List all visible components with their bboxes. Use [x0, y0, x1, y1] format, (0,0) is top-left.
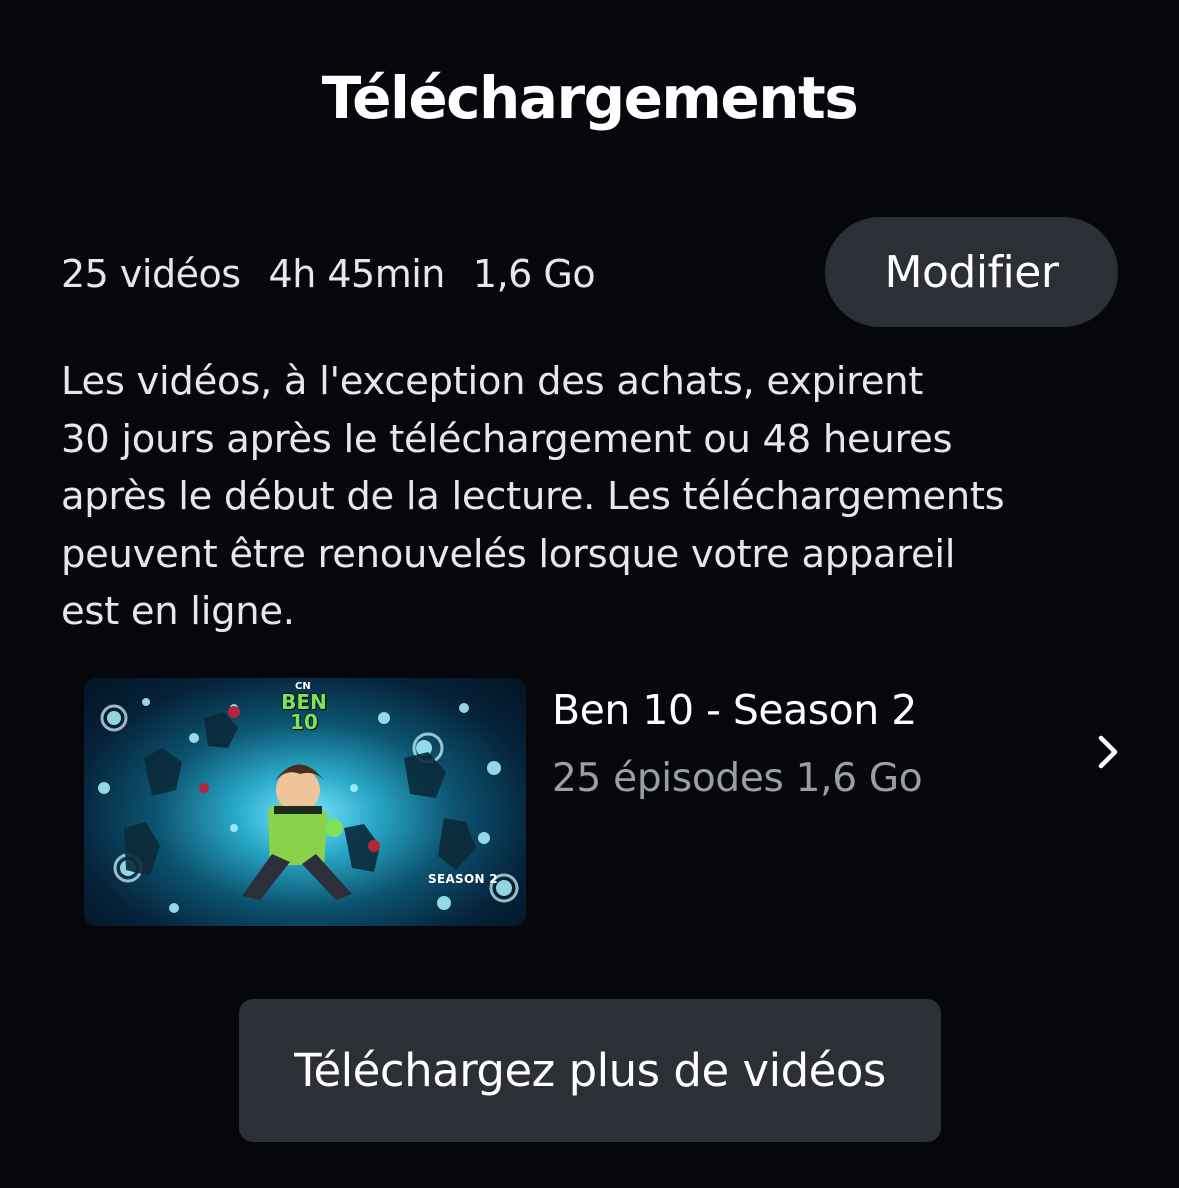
download-more-videos-button[interactable]: Téléchargez plus de vidéos	[239, 999, 941, 1142]
download-item-title: Ben 10 - Season 2	[552, 686, 917, 734]
expiration-notice: Les vidéos, à l'exception des achats, ex…	[61, 359, 1005, 634]
page-title: Téléchargements	[321, 64, 859, 132]
video-count: 25 vidéos	[61, 252, 241, 296]
download-item-ben10[interactable]: CN BEN 10 SEASON 2 Ben 10 - Season 2 25 …	[0, 676, 1179, 928]
show-thumbnail: CN BEN 10 SEASON 2	[84, 678, 526, 926]
download-item-meta: 25 épisodes 1,6 Go	[552, 756, 923, 801]
thumbnail-show-logo: BEN 10	[281, 690, 327, 734]
edit-button[interactable]: Modifier	[825, 217, 1118, 327]
total-size: 1,6 Go	[472, 252, 596, 296]
chevron-right-icon[interactable]	[1092, 730, 1124, 774]
thumbnail-season-caption: SEASON 2	[428, 872, 498, 886]
total-duration: 4h 45min	[268, 252, 446, 296]
downloads-summary: 25 vidéos 4h 45min 1,6 Go	[61, 246, 623, 302]
